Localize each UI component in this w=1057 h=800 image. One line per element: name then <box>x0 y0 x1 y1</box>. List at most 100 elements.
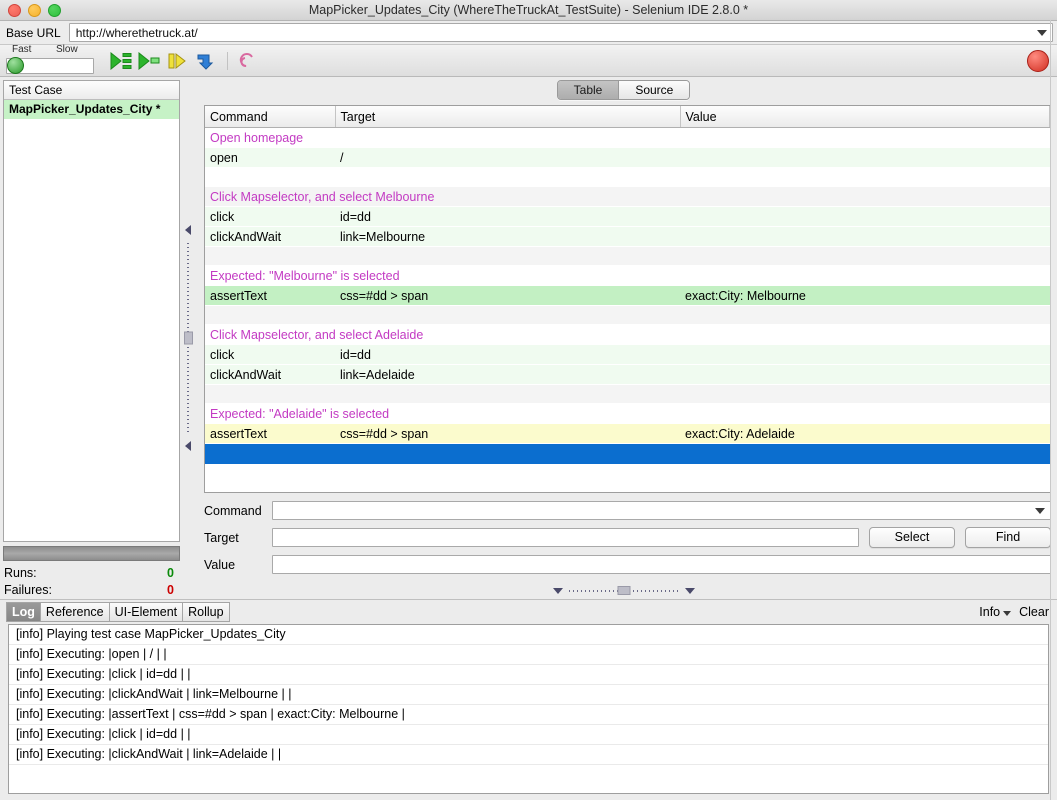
tab-rollup[interactable]: Rollup <box>182 602 230 622</box>
table-row[interactable]: click id=dd <box>205 344 1050 365</box>
cell-command <box>205 464 335 484</box>
pause-resume-button[interactable] <box>164 48 190 74</box>
value-input[interactable] <box>272 555 1051 574</box>
test-editor: Command Target Value Open homepage open / C… <box>196 101 1051 582</box>
chevron-down-icon[interactable] <box>1003 611 1012 616</box>
table-row[interactable]: assertText css=#dd > span exact:City: Adel… <box>205 423 1050 444</box>
column-header-value[interactable]: Value <box>680 106 1050 128</box>
hsplitter-handle[interactable] <box>617 586 630 595</box>
target-input[interactable] <box>272 528 859 547</box>
log-line: [info] Executing: |click | id=dd | | <box>9 665 1048 685</box>
rollup-icon <box>239 52 253 67</box>
cell-value <box>680 147 1050 168</box>
cell-value: exact:City: Adelaide <box>680 423 1050 444</box>
run-progress-bar <box>3 546 180 561</box>
horizontal-splitter[interactable] <box>196 582 1051 599</box>
find-button[interactable]: Find <box>965 527 1051 548</box>
command-input[interactable] <box>272 501 1051 520</box>
log-line: [info] Executing: |clickAndWait | link=A… <box>9 745 1048 765</box>
table-row[interactable]: open / <box>205 147 1050 168</box>
play-current-test-case-button[interactable] <box>136 48 162 74</box>
tab-source[interactable]: Source <box>619 81 690 99</box>
table-row[interactable] <box>205 246 1050 266</box>
minimize-icon[interactable] <box>28 3 41 17</box>
cell-value: exact:City: Melbourne <box>680 285 1050 306</box>
target-field-row: Target Select Find <box>204 527 1051 548</box>
base-url-label: Base URL <box>6 25 61 40</box>
cell-command <box>205 305 335 325</box>
cell-value <box>680 464 1050 484</box>
table-row[interactable]: click id=dd <box>205 206 1050 227</box>
tab-reference[interactable]: Reference <box>39 602 109 622</box>
cell-value <box>680 246 1050 266</box>
base-url-bar: Base URL http://wherethetruck.at/ <box>0 21 1057 45</box>
cell-target: id=dd <box>335 344 680 365</box>
collapse-down-icon-left[interactable] <box>552 587 563 594</box>
test-case-item[interactable]: MapPicker_Updates_City * <box>4 100 179 119</box>
cell-target <box>335 167 680 187</box>
record-button[interactable] <box>1027 49 1049 72</box>
collapse-left-icon[interactable] <box>185 225 191 235</box>
speed-slider[interactable]: Fast Slow <box>6 44 94 74</box>
base-url-input[interactable]: http://wherethetruck.at/ <box>68 23 1053 42</box>
tab-ui-element[interactable]: UI-Element <box>108 602 183 622</box>
play-suite-icon <box>110 51 132 70</box>
play-entire-test-suite-button[interactable] <box>108 48 134 74</box>
window-controls <box>0 3 61 17</box>
step-button[interactable] <box>192 48 218 74</box>
table-row[interactable]: Expected: "Melbourne" is selected <box>205 266 1050 286</box>
clear-log-button[interactable]: Clear <box>1019 605 1049 619</box>
cell-target: css=#dd > span <box>335 423 680 444</box>
table-row[interactable] <box>205 167 1050 187</box>
cell-value <box>680 443 1050 465</box>
window-titlebar: MapPicker_Updates_City (WhereTheTruckAt_… <box>0 0 1057 21</box>
chevron-down-icon[interactable] <box>1037 29 1047 36</box>
table-row[interactable] <box>205 305 1050 325</box>
splitter-handle[interactable] <box>183 331 193 345</box>
vertical-splitter[interactable] <box>180 77 196 599</box>
toolbar-divider <box>227 51 228 70</box>
collapse-down-icon-right[interactable] <box>684 587 695 594</box>
step-icon <box>197 54 214 70</box>
log-output[interactable]: [info] Playing test case MapPicker_Updat… <box>8 624 1049 794</box>
window-title: MapPicker_Updates_City (WhereTheTruckAt_… <box>308 3 749 17</box>
collapse-left-icon-bottom[interactable] <box>185 441 191 451</box>
table-row[interactable]: Expected: "Adelaide" is selected <box>205 404 1050 424</box>
table-row[interactable]: clickAndWait link=Adelaide <box>205 364 1050 385</box>
column-header-target[interactable]: Target <box>335 106 681 128</box>
column-header-command[interactable]: Command <box>205 106 336 128</box>
cell-target: / <box>335 147 680 168</box>
close-icon[interactable] <box>8 3 21 17</box>
failures-value: 0 <box>167 583 174 597</box>
tab-log[interactable]: Log <box>6 602 40 622</box>
chevron-down-icon[interactable] <box>1035 507 1045 514</box>
select-button[interactable]: Select <box>869 527 955 548</box>
test-case-list[interactable]: Test Case MapPicker_Updates_City * <box>3 80 180 542</box>
table-row[interactable]: Click Mapselector, and select Melbourne <box>205 186 1050 207</box>
cell-value <box>680 305 1050 325</box>
speed-slider-knob[interactable] <box>7 56 24 74</box>
cell-target: link=Adelaide <box>335 364 680 385</box>
main-split: Test Case MapPicker_Updates_City * Runs:… <box>0 77 1057 599</box>
cell-target <box>335 384 680 404</box>
table-row[interactable]: Open homepage <box>205 128 1050 148</box>
zoom-icon[interactable] <box>48 3 61 17</box>
table-row[interactable] <box>205 384 1050 404</box>
table-row[interactable] <box>205 443 1050 465</box>
command-table-container[interactable]: Command Target Value Open homepage open / C… <box>204 105 1051 493</box>
target-field-label: Target <box>204 530 239 545</box>
comment-cell: Open homepage <box>210 130 304 145</box>
cell-command <box>205 384 335 404</box>
tab-table[interactable]: Table <box>557 81 620 99</box>
cell-value <box>680 167 1050 187</box>
table-row[interactable]: Click Mapselector, and select Adelaide <box>205 325 1050 345</box>
log-line: [info] Executing: |clickAndWait | link=M… <box>9 685 1048 705</box>
table-row[interactable]: assertText css=#dd > span exact:City: Melb… <box>205 285 1050 306</box>
apply-rollup-rules-button[interactable] <box>235 48 261 74</box>
table-row[interactable] <box>205 464 1050 484</box>
log-level-menu[interactable]: Info <box>979 605 1012 619</box>
command-form: Command Target Select Find Value <box>204 493 1051 582</box>
table-row[interactable]: clickAndWait link=Melbourne <box>205 226 1050 247</box>
failures-label: Failures: <box>4 583 52 597</box>
comment-cell: Expected: "Adelaide" is selected <box>210 406 390 421</box>
